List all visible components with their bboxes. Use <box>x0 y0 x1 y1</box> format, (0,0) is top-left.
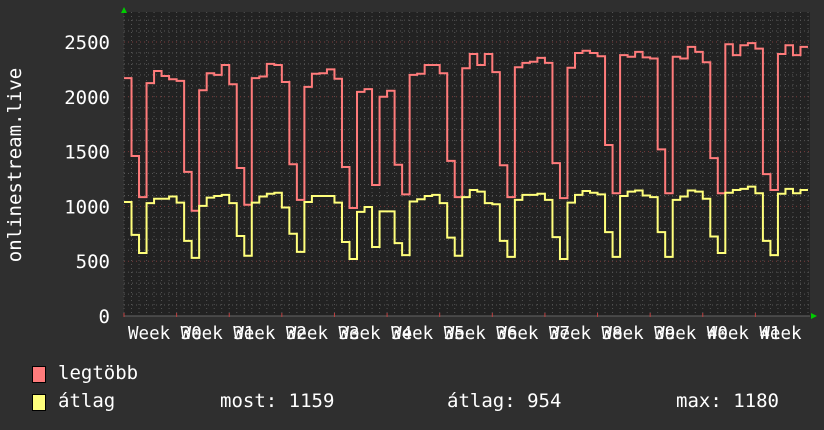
y-axis-arrow <box>121 7 127 13</box>
y-tick-label: 0 <box>99 306 110 328</box>
plot-area <box>124 12 810 316</box>
legend-swatch-legtobb <box>32 366 46 383</box>
y-axis-label: onlinestream.live <box>4 68 26 262</box>
y-tick-label: 1500 <box>64 142 110 164</box>
stat-max: max: 1180 <box>676 390 779 412</box>
x-tick-label: Week <box>759 324 802 344</box>
stat-most: most: 1159 <box>220 390 335 412</box>
legend-label-legtobb: legtöbb <box>58 362 139 384</box>
stat-atlag: átlag: 954 <box>447 390 562 412</box>
y-tick-label: 2000 <box>64 87 110 109</box>
y-tick-label: 500 <box>76 251 110 273</box>
legend-swatch-atlag <box>32 394 46 411</box>
y-axis-ticks: 0 500 1000 1500 2000 2500 <box>64 32 110 328</box>
y-tick-label: 2500 <box>64 32 110 54</box>
y-tick-label: 1000 <box>64 196 110 218</box>
x-axis-arrow <box>811 313 817 319</box>
legend-label-atlag: átlag <box>58 390 116 412</box>
x-axis-ticks: Week 30Week 31Week 32Week 33Week 34Week … <box>123 313 802 344</box>
